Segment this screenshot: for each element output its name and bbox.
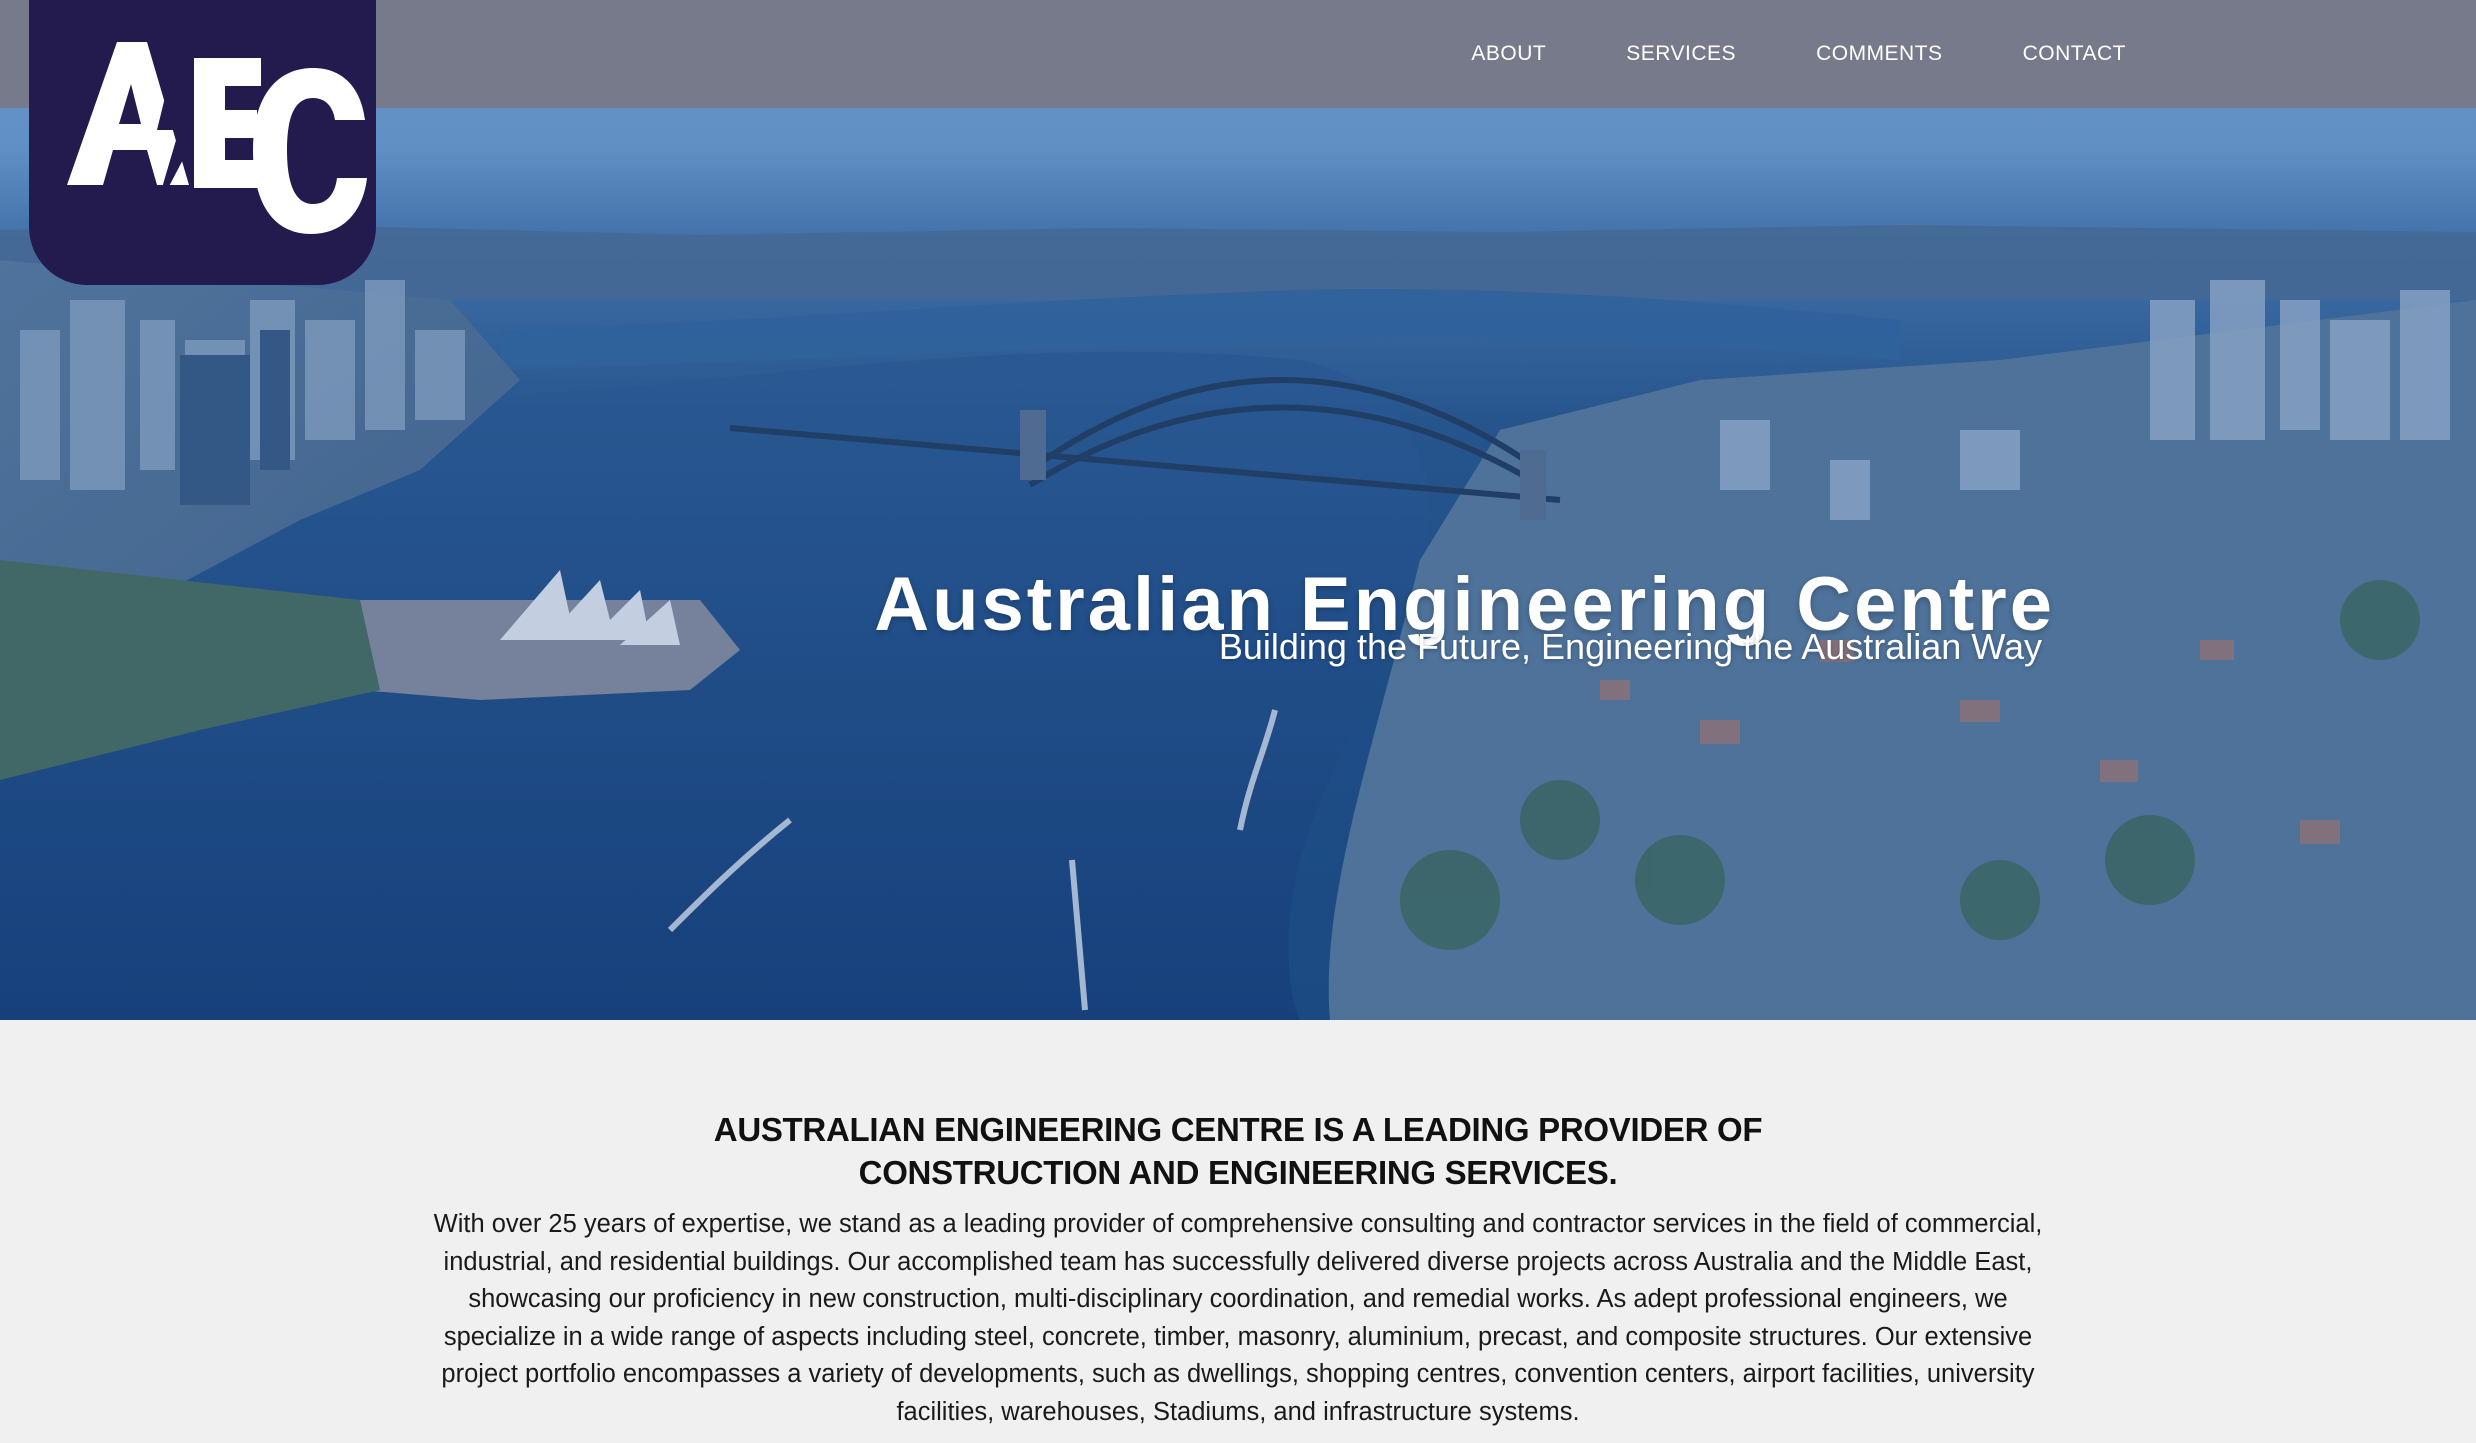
main-navigation: ABOUT SERVICES COMMENTS CONTACT [1471,0,2126,108]
intro-paragraph: With over 25 years of expertise, we stan… [433,1210,2043,1426]
aec-logo-icon [67,40,367,238]
intro-heading-line-1: AUSTRALIAN ENGINEERING CENTRE IS A LEADI… [713,1111,1763,1148]
hero-subtitle: Building the Future, Engineering the Aus… [1218,626,2042,667]
nav-link-contact[interactable]: CONTACT [2023,42,2126,66]
brand-logo[interactable] [29,0,376,285]
intro-heading: AUSTRALIAN ENGINEERING CENTRE IS A LEADI… [688,1108,1788,1194]
nav-link-services[interactable]: SERVICES [1626,42,1736,66]
intro-section: AUSTRALIAN ENGINEERING CENTRE IS A LEADI… [0,1020,2476,1443]
nav-link-about[interactable]: ABOUT [1471,42,1546,66]
intro-heading-line-2: CONSTRUCTION AND ENGINEERING SERVICES. [858,1154,1618,1191]
nav-link-comments[interactable]: COMMENTS [1816,42,1943,66]
page: Australian Engineering Centre Building t… [0,0,2476,1443]
